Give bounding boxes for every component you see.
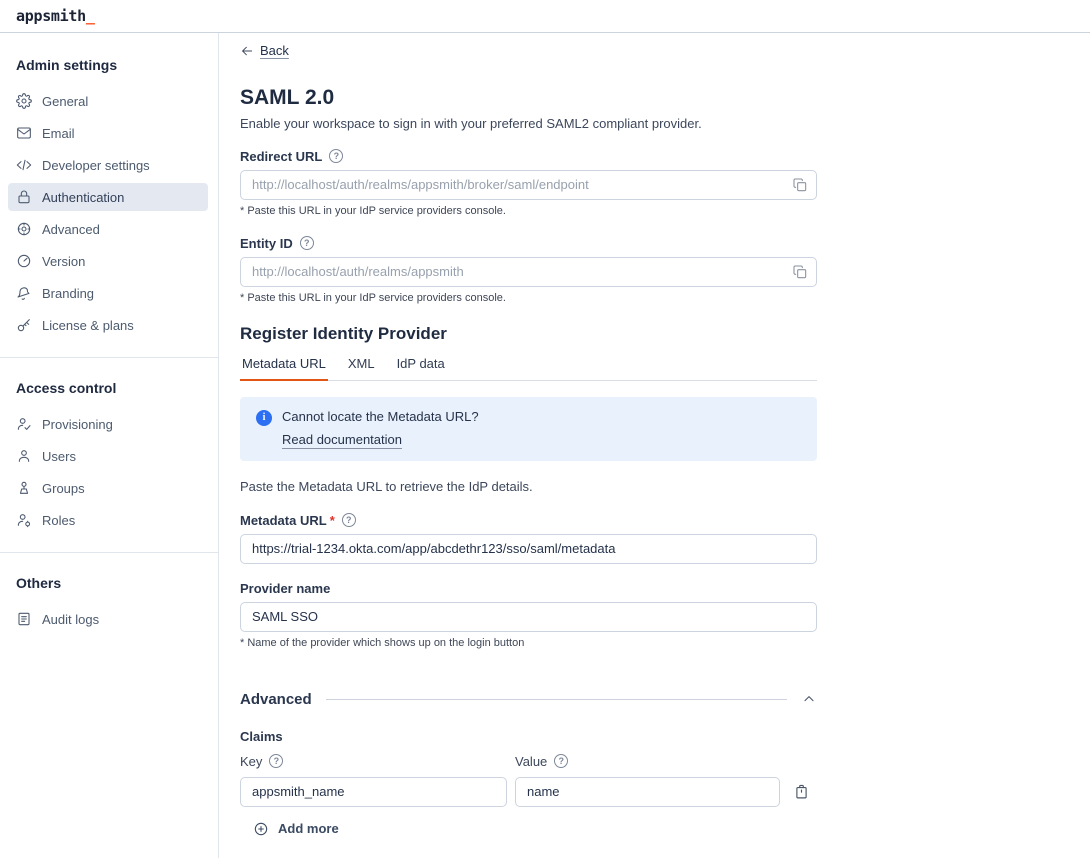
sidebar-section-title: Access control: [16, 380, 202, 396]
sidebar-item-license-plans[interactable]: License & plans: [8, 311, 208, 339]
logo-text: appsmith: [16, 7, 86, 25]
sidebar-item-roles[interactable]: Roles: [8, 506, 208, 534]
sidebar-item-label: Developer settings: [42, 158, 150, 173]
provider-name-helper: * Name of the provider which shows up on…: [240, 637, 817, 649]
arrow-left-icon: [240, 44, 254, 58]
user-icon: [16, 448, 32, 464]
top-header: appsmith_: [0, 0, 1090, 33]
code-icon: [16, 157, 32, 173]
metadata-url-label: Metadata URL: [240, 513, 327, 528]
tab-xml[interactable]: XML: [346, 356, 377, 380]
sidebar-item-email[interactable]: Email: [8, 119, 208, 147]
register-idp-title: Register Identity Provider: [240, 324, 817, 344]
add-more-button[interactable]: Add more: [253, 821, 339, 837]
banner-message: Cannot locate the Metadata URL?: [282, 409, 479, 424]
branding-icon: [16, 285, 32, 301]
lock-icon: [16, 189, 32, 205]
appsmith-logo[interactable]: appsmith_: [16, 7, 95, 25]
advanced-section-header: Advanced: [240, 691, 817, 708]
redirect-url-input[interactable]: [240, 170, 817, 200]
sidebar-item-authentication[interactable]: Authentication: [8, 183, 208, 211]
admin-settings-sidebar: Admin settings General Email Developer s…: [0, 33, 219, 858]
sidebar-item-label: Authentication: [42, 190, 124, 205]
provider-name-label: Provider name: [240, 581, 330, 596]
help-icon[interactable]: ?: [329, 149, 343, 163]
main-content: Back SAML 2.0 Enable your workspace to s…: [219, 33, 1090, 858]
required-mark: *: [330, 513, 335, 528]
metadata-instruction: Paste the Metadata URL to retrieve the I…: [240, 479, 817, 494]
sidebar-item-version[interactable]: Version: [8, 247, 208, 275]
copy-icon[interactable]: [792, 264, 808, 280]
user-group-icon: [16, 480, 32, 496]
info-banner: i Cannot locate the Metadata URL? Read d…: [240, 397, 817, 461]
plus-circle-icon: [253, 821, 269, 837]
entity-id-label: Entity ID: [240, 236, 293, 251]
claim-value-input[interactable]: [515, 777, 780, 807]
trash-icon[interactable]: [793, 783, 811, 801]
sidebar-item-general[interactable]: General: [8, 87, 208, 115]
sidebar-item-label: Provisioning: [42, 417, 113, 432]
claims-label: Claims: [240, 729, 817, 744]
tab-idp-data[interactable]: IdP data: [395, 356, 447, 380]
redirect-url-label: Redirect URL: [240, 149, 322, 164]
key-icon: [16, 317, 32, 333]
sidebar-item-label: Branding: [42, 286, 94, 301]
chevron-up-icon[interactable]: [801, 691, 817, 707]
metadata-url-input[interactable]: [240, 534, 817, 564]
entity-id-input[interactable]: [240, 257, 817, 287]
help-icon[interactable]: ?: [300, 236, 314, 250]
read-documentation-link[interactable]: Read documentation: [282, 432, 402, 447]
tab-metadata-url[interactable]: Metadata URL: [240, 356, 328, 380]
claim-key-input[interactable]: [240, 777, 507, 807]
advanced-title: Advanced: [240, 691, 312, 708]
claim-key-label: Key: [240, 754, 262, 769]
sidebar-item-label: General: [42, 94, 88, 109]
page-subtitle: Enable your workspace to sign in with yo…: [240, 116, 817, 131]
copy-icon[interactable]: [792, 177, 808, 193]
sidebar-item-label: Email: [42, 126, 75, 141]
clock-icon: [16, 253, 32, 269]
claims-row: Key ? Value ?: [240, 754, 817, 807]
register-idp-tabs: Metadata URL XML IdP data: [240, 356, 817, 381]
user-roles-icon: [16, 512, 32, 528]
sidebar-item-branding[interactable]: Branding: [8, 279, 208, 307]
info-icon: i: [256, 410, 272, 426]
back-link[interactable]: Back: [240, 43, 289, 58]
claim-value-label: Value: [515, 754, 547, 769]
mail-icon: [16, 125, 32, 141]
sidebar-item-audit-logs[interactable]: Audit logs: [8, 605, 208, 633]
sidebar-divider: [0, 357, 218, 358]
divider: [326, 699, 787, 700]
sidebar-item-label: Users: [42, 449, 76, 464]
help-icon[interactable]: ?: [342, 513, 356, 527]
sidebar-item-label: Audit logs: [42, 612, 99, 627]
sidebar-divider: [0, 552, 218, 553]
add-more-label: Add more: [278, 821, 339, 836]
redirect-url-helper: * Paste this URL in your IdP service pro…: [240, 205, 817, 217]
document-icon: [16, 611, 32, 627]
help-icon[interactable]: ?: [269, 754, 283, 768]
sidebar-item-advanced[interactable]: Advanced: [8, 215, 208, 243]
sidebar-section-title: Others: [16, 575, 202, 591]
sidebar-item-groups[interactable]: Groups: [8, 474, 208, 502]
page-title: SAML 2.0: [240, 86, 817, 110]
entity-id-helper: * Paste this URL in your IdP service pro…: [240, 292, 817, 304]
sidebar-item-label: Advanced: [42, 222, 100, 237]
sidebar-item-developer-settings[interactable]: Developer settings: [8, 151, 208, 179]
back-label: Back: [260, 43, 289, 58]
sidebar-item-users[interactable]: Users: [8, 442, 208, 470]
sidebar-item-label: Groups: [42, 481, 85, 496]
user-check-icon: [16, 416, 32, 432]
advanced-gear-icon: [16, 221, 32, 237]
sidebar-item-provisioning[interactable]: Provisioning: [8, 410, 208, 438]
gear-icon: [16, 93, 32, 109]
help-icon[interactable]: ?: [554, 754, 568, 768]
logo-underscore: _: [86, 7, 95, 25]
provider-name-input[interactable]: [240, 602, 817, 632]
sidebar-section-title: Admin settings: [16, 57, 202, 73]
sidebar-item-label: License & plans: [42, 318, 134, 333]
sidebar-item-label: Roles: [42, 513, 75, 528]
sidebar-item-label: Version: [42, 254, 85, 269]
